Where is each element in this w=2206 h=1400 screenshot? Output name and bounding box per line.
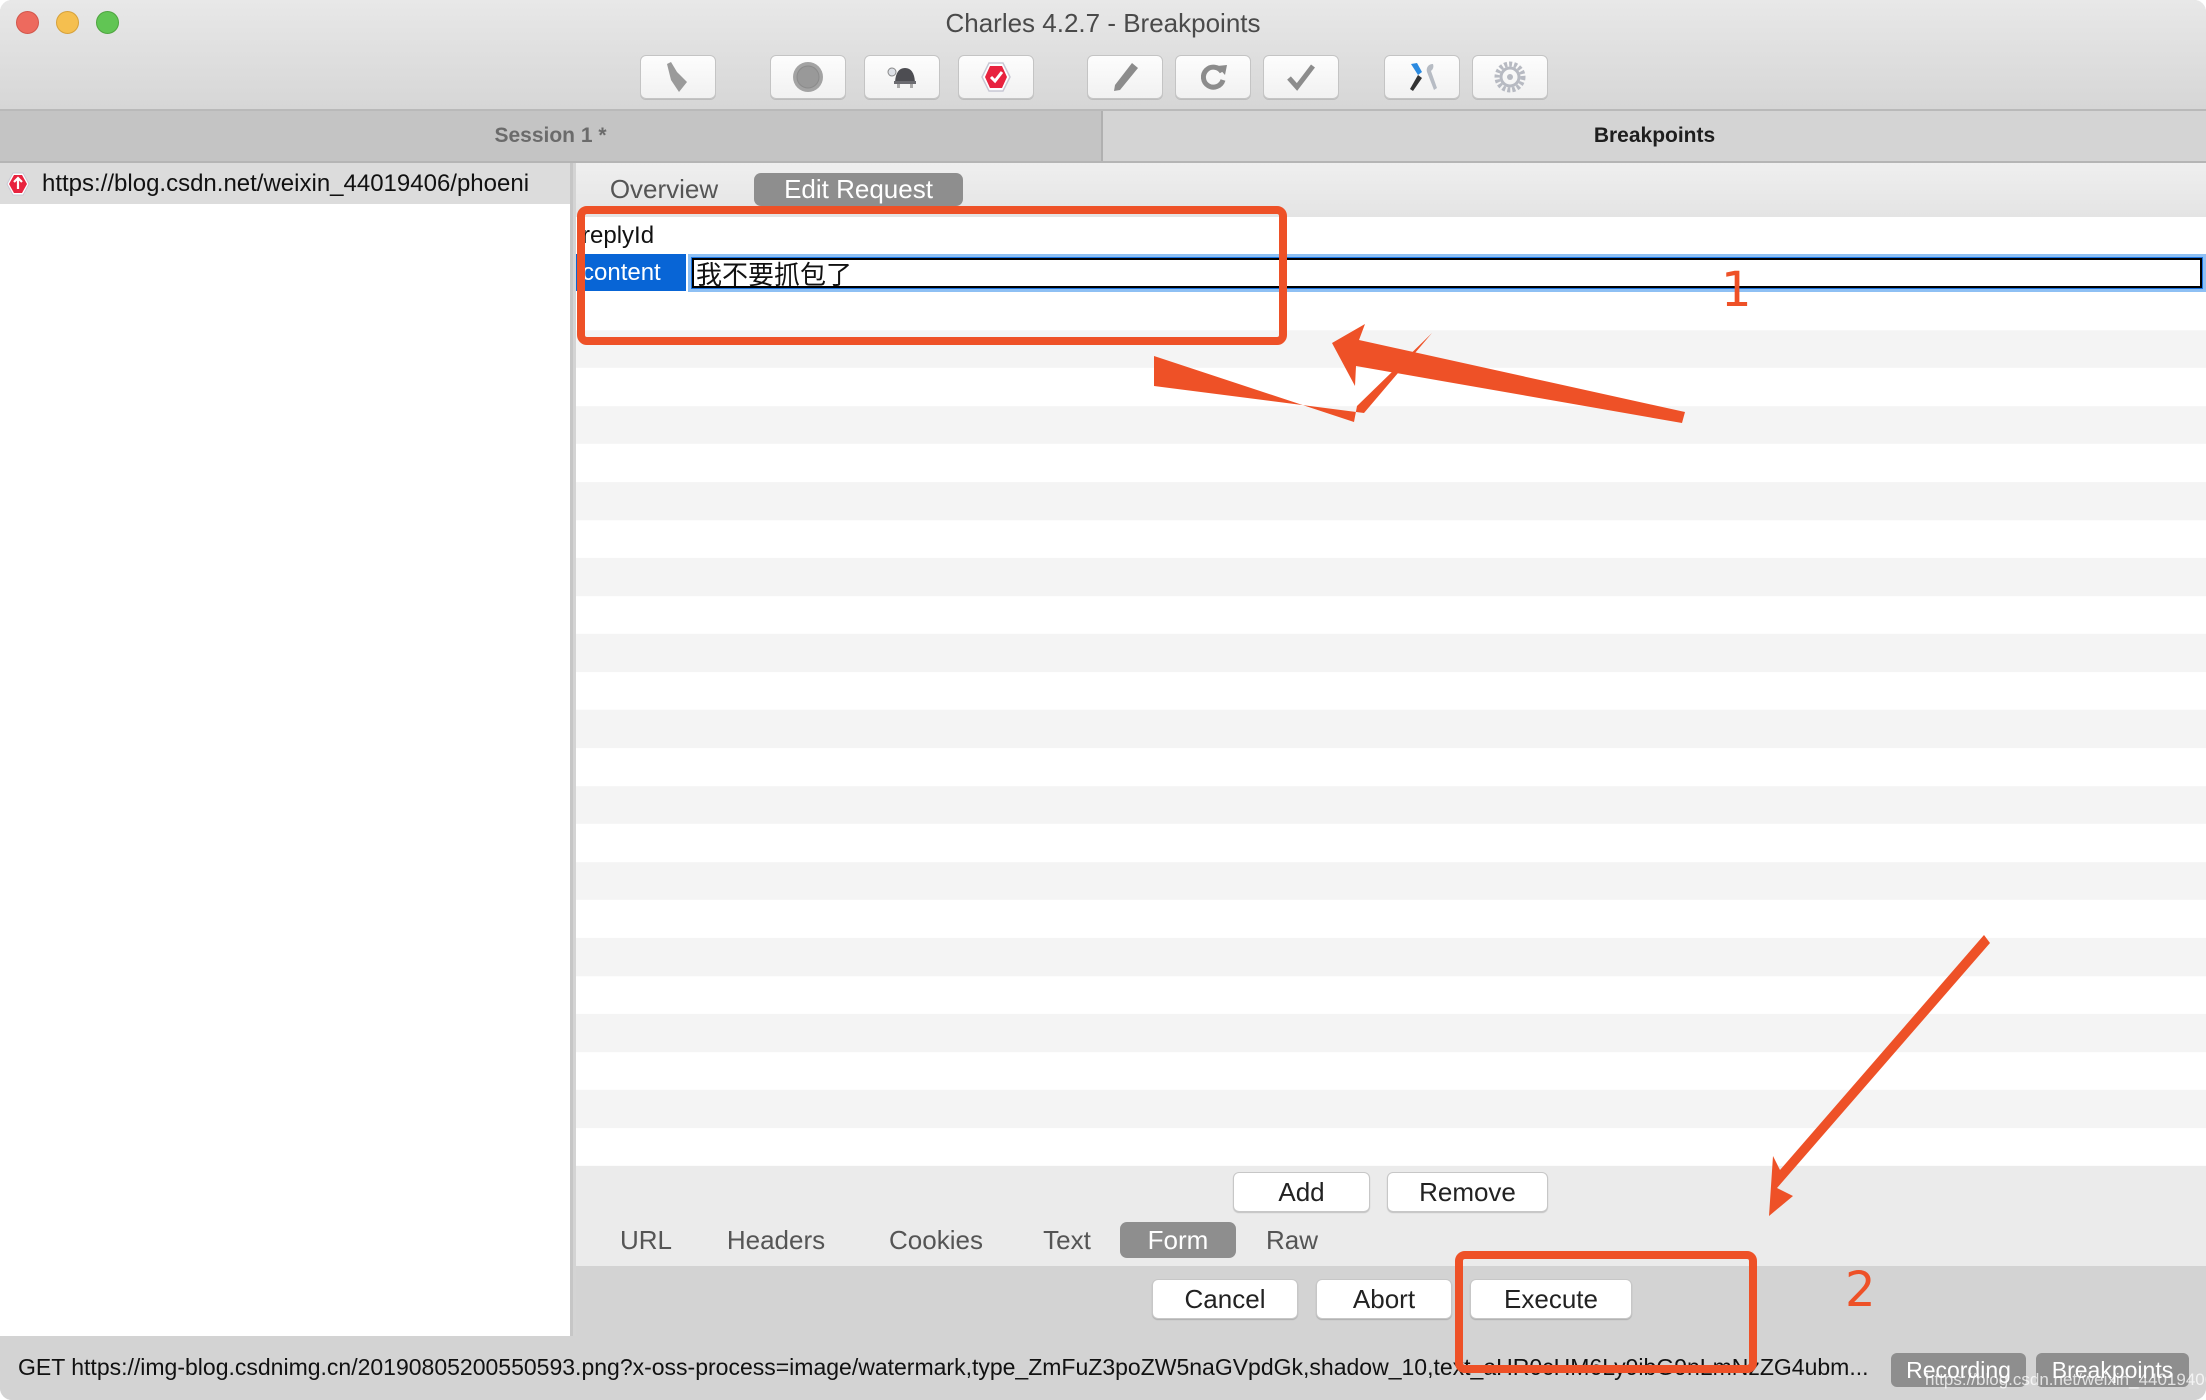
- breakpoint-request-icon: [6, 172, 30, 195]
- tools-button[interactable]: [1384, 55, 1460, 99]
- record-button[interactable]: [770, 55, 846, 99]
- form-params-table: replyId content: [576, 217, 2206, 1166]
- tab-session[interactable]: Session 1 *: [0, 111, 1101, 161]
- tab-cookies[interactable]: Cookies: [874, 1222, 998, 1258]
- tab-url[interactable]: URL: [606, 1222, 686, 1258]
- list-item-url: https://blog.csdn.net/weixin_44019406/ph…: [42, 169, 530, 197]
- param-name[interactable]: content: [576, 254, 686, 291]
- tab-headers[interactable]: Headers: [716, 1222, 836, 1258]
- add-button[interactable]: Add: [1233, 1172, 1370, 1212]
- tab-breakpoints[interactable]: Breakpoints: [1101, 111, 2206, 161]
- compose-button[interactable]: [1087, 55, 1163, 99]
- window-title: Charles 4.2.7 - Breakpoints: [945, 8, 1261, 38]
- window-tab-bar: Session 1 * Breakpoints: [0, 111, 2206, 163]
- breakpoint-detail-panel: Overview Edit Request replyId content Ad…: [576, 163, 2206, 1336]
- status-text: GET https://img-blog.csdnimg.cn/20190805…: [18, 1354, 1869, 1380]
- status-bar: GET https://img-blog.csdnimg.cn/20190805…: [0, 1336, 2206, 1400]
- tab-edit-request[interactable]: Edit Request: [754, 173, 963, 206]
- watermark-text: https://blog.csdn.net/weixin_44019406: [1925, 1370, 2206, 1389]
- param-value-editor[interactable]: [688, 254, 2206, 292]
- clear-session-button[interactable]: [640, 55, 716, 99]
- throttle-button[interactable]: [864, 55, 940, 99]
- breakpoint-stop-icon: [981, 62, 1011, 92]
- table-row-selected[interactable]: content: [576, 254, 2206, 292]
- cancel-button[interactable]: Cancel: [1152, 1279, 1298, 1319]
- tab-overview[interactable]: Overview: [604, 173, 724, 206]
- record-icon: [793, 62, 823, 92]
- refresh-icon: [1200, 64, 1227, 90]
- breakpoints-toggle-button[interactable]: [958, 55, 1034, 99]
- detail-tab-bar: Overview Edit Request: [576, 163, 2206, 217]
- remove-button[interactable]: Remove: [1387, 1172, 1548, 1212]
- param-name[interactable]: replyId: [576, 217, 686, 254]
- breakpoint-list-panel: https://blog.csdn.net/weixin_44019406/ph…: [0, 163, 573, 1336]
- tab-text[interactable]: Text: [1030, 1222, 1104, 1258]
- settings-button[interactable]: [1472, 55, 1548, 99]
- turtle-icon: [887, 67, 916, 88]
- pen-icon: [1114, 63, 1138, 91]
- table-row[interactable]: replyId: [576, 217, 2206, 254]
- execute-button[interactable]: Execute: [1470, 1279, 1632, 1319]
- charles-window: Charles 4.2.7 - Breakpoints Session 1 * …: [0, 0, 2206, 1400]
- repeat-button[interactable]: [1175, 55, 1251, 99]
- execution-bar: Cancel Abort Execute: [576, 1266, 2206, 1336]
- validate-button[interactable]: [1263, 55, 1339, 99]
- checkmark-icon: [1287, 64, 1315, 91]
- annotation-label-1: 1: [1721, 262, 1752, 318]
- annotation-label-2: 2: [1845, 1262, 1876, 1318]
- tab-raw[interactable]: Raw: [1252, 1222, 1332, 1258]
- broom-icon: [667, 62, 687, 92]
- gear-icon: [1494, 61, 1526, 93]
- param-value-input[interactable]: [692, 258, 2202, 288]
- title-bar: Charles 4.2.7 - Breakpoints: [0, 0, 2206, 111]
- abort-button[interactable]: Abort: [1316, 1279, 1452, 1319]
- tab-form[interactable]: Form: [1120, 1222, 1236, 1258]
- form-actions-bar: Add Remove URL Headers Cookies Text Form…: [576, 1166, 2206, 1266]
- tools-icon: [1410, 63, 1437, 91]
- list-item[interactable]: https://blog.csdn.net/weixin_44019406/ph…: [0, 163, 570, 204]
